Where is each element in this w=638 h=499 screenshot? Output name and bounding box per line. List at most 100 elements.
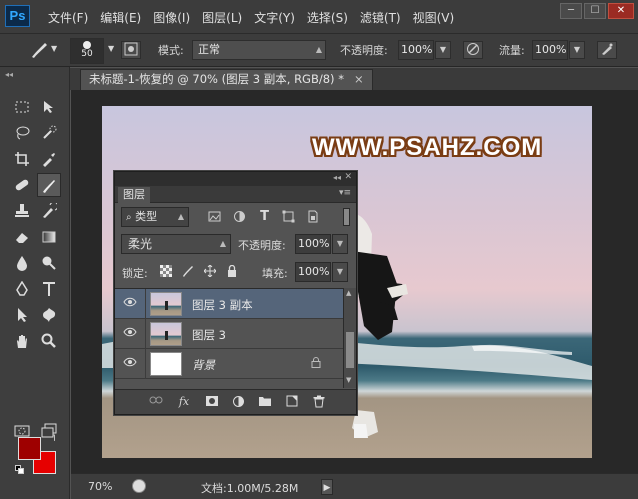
marquee-tool[interactable] bbox=[10, 95, 34, 119]
quick-mask-button[interactable] bbox=[10, 419, 34, 443]
lasso-icon bbox=[16, 126, 30, 140]
eyedropper-tool[interactable] bbox=[37, 147, 61, 171]
fill-input[interactable]: 100% bbox=[295, 262, 331, 282]
filter-toggle-switch[interactable] bbox=[343, 208, 350, 226]
clone-stamp-tool[interactable] bbox=[10, 199, 34, 223]
flow-input[interactable]: 100% bbox=[532, 40, 568, 60]
adjustment-icon[interactable] bbox=[231, 395, 245, 409]
minimize-button[interactable]: ─ bbox=[560, 3, 582, 19]
delete-icon[interactable] bbox=[312, 395, 326, 409]
gradient-tool[interactable] bbox=[37, 225, 61, 249]
shape-tool[interactable] bbox=[37, 303, 61, 327]
lasso-tool[interactable] bbox=[10, 121, 34, 145]
panel-footer: fx bbox=[115, 389, 356, 414]
smart-object-filter-icon[interactable] bbox=[306, 210, 319, 223]
menu-file[interactable]: 文件(F) bbox=[48, 9, 88, 26]
panel-menu-icon[interactable]: ▾≡ bbox=[339, 188, 351, 198]
airbrush-icon bbox=[602, 43, 613, 55]
lock-all-icon[interactable] bbox=[225, 264, 238, 278]
eraser-tool[interactable] bbox=[10, 225, 34, 249]
layer-name[interactable]: 背景 bbox=[192, 357, 215, 373]
adjustment-layer-filter-icon[interactable] bbox=[233, 210, 246, 223]
collapse-panel-icon[interactable]: ◂◂ bbox=[333, 173, 341, 182]
zoom-tool[interactable] bbox=[37, 329, 61, 353]
brush-panel-toggle[interactable] bbox=[121, 41, 141, 59]
tab-layers[interactable]: 图层 bbox=[118, 187, 150, 203]
fx-icon[interactable]: fx bbox=[177, 395, 191, 409]
path-selection-tool[interactable] bbox=[10, 303, 34, 327]
status-info-icon[interactable] bbox=[132, 479, 146, 493]
maximize-button[interactable]: ☐ bbox=[584, 3, 606, 19]
layer-name[interactable]: 图层 3 副本 bbox=[192, 297, 253, 313]
menu-type[interactable]: 文字(Y) bbox=[254, 9, 295, 26]
layer-row-selected[interactable]: 图层 3 副本 bbox=[115, 289, 343, 319]
collapse-toolbox-icon[interactable]: ◂◂ bbox=[5, 70, 13, 79]
scroll-up-icon[interactable]: ▲ bbox=[346, 289, 351, 297]
blur-tool[interactable] bbox=[10, 251, 34, 275]
group-icon[interactable] bbox=[258, 395, 272, 409]
layer-row[interactable]: 图层 3 bbox=[115, 319, 343, 349]
document-tab[interactable]: 未标题-1-恢复的 @ 70% (图层 3 副本, RGB/8) * × bbox=[80, 69, 373, 90]
type-layer-filter-icon[interactable]: T bbox=[258, 210, 271, 223]
layer-list-scrollbar[interactable]: ▲ ▼ bbox=[343, 288, 356, 388]
link-icon[interactable] bbox=[149, 395, 163, 409]
filter-type-label: 类型 bbox=[135, 210, 158, 223]
scroll-down-icon[interactable]: ▼ bbox=[346, 376, 351, 384]
mode-dropdown-arrow-icon: ▲ bbox=[315, 45, 322, 54]
brush-preset-icon bbox=[32, 43, 47, 58]
airbrush-button[interactable] bbox=[597, 41, 617, 59]
mask-icon[interactable] bbox=[205, 395, 219, 409]
mode-dropdown[interactable]: 正常 ▲ bbox=[192, 40, 326, 60]
lock-image-pixels-icon[interactable] bbox=[181, 265, 194, 278]
menu-view[interactable]: 视图(V) bbox=[413, 9, 455, 26]
menu-image[interactable]: 图像(I) bbox=[153, 9, 190, 26]
brush-size-picker[interactable]: 50 bbox=[70, 38, 104, 64]
hand-tool[interactable] bbox=[10, 329, 34, 353]
close-document-icon[interactable]: × bbox=[354, 72, 364, 86]
dodge-tool[interactable] bbox=[37, 251, 61, 275]
close-panel-icon[interactable]: ✕ bbox=[344, 172, 352, 182]
lock-position-icon[interactable] bbox=[203, 264, 216, 278]
crop-tool[interactable] bbox=[10, 147, 34, 171]
brush-size-dropdown-arrow[interactable]: ▼ bbox=[108, 44, 114, 53]
opacity-input[interactable]: 100% bbox=[398, 40, 434, 60]
shape-layer-filter-icon[interactable] bbox=[282, 210, 295, 223]
pixel-layer-filter-icon[interactable] bbox=[208, 210, 221, 223]
menu-select[interactable]: 选择(S) bbox=[307, 9, 348, 26]
fill-dropdown[interactable]: ▼ bbox=[332, 262, 348, 282]
visibility-eye-icon[interactable] bbox=[123, 297, 137, 311]
blend-mode-dropdown[interactable]: 柔光 ▲ bbox=[121, 234, 231, 254]
new-layer-icon[interactable] bbox=[285, 395, 299, 409]
close-window-button[interactable]: ✕ bbox=[608, 3, 634, 19]
visibility-eye-icon[interactable] bbox=[123, 357, 137, 371]
move-icon bbox=[44, 101, 53, 113]
history-brush-tool[interactable] bbox=[37, 199, 61, 223]
status-menu-arrow[interactable]: ▶ bbox=[321, 479, 333, 495]
brush-tool[interactable] bbox=[37, 173, 61, 197]
menu-layer[interactable]: 图层(L) bbox=[202, 9, 242, 26]
filter-type-dropdown[interactable]: ⌕ 类型 ▲ bbox=[121, 207, 189, 227]
move-tool[interactable] bbox=[37, 95, 61, 119]
menu-filter[interactable]: 滤镜(T) bbox=[360, 9, 401, 26]
default-colors-icon[interactable] bbox=[15, 465, 25, 475]
opacity-dropdown-button[interactable]: ▼ bbox=[435, 41, 451, 59]
healing-brush-tool[interactable] bbox=[10, 173, 34, 197]
layer-name[interactable]: 图层 3 bbox=[192, 327, 226, 343]
flow-dropdown-button[interactable]: ▼ bbox=[569, 41, 585, 59]
quick-selection-tool[interactable] bbox=[37, 121, 61, 145]
preset-dropdown-arrow[interactable]: ▼ bbox=[51, 44, 57, 53]
layer-opacity-dropdown[interactable]: ▼ bbox=[332, 234, 348, 254]
type-tool[interactable] bbox=[37, 277, 61, 301]
menu-edit[interactable]: 编辑(E) bbox=[100, 9, 141, 26]
screen-mode-button[interactable] bbox=[37, 419, 61, 443]
layer-opacity-input[interactable]: 100% bbox=[295, 234, 331, 254]
lock-transparent-pixels-icon[interactable] bbox=[159, 265, 172, 278]
pen-tool[interactable] bbox=[10, 277, 34, 301]
tablet-pressure-opacity-button[interactable] bbox=[463, 41, 483, 59]
visibility-eye-icon[interactable] bbox=[123, 327, 137, 341]
layer-row-background[interactable]: 背景 bbox=[115, 349, 343, 379]
zoom-level[interactable]: 70% bbox=[88, 480, 112, 493]
panel-titlebar[interactable]: ◂◂ ✕ bbox=[115, 172, 356, 186]
scrollbar-thumb[interactable] bbox=[346, 332, 354, 368]
mode-value: 正常 bbox=[198, 43, 220, 56]
